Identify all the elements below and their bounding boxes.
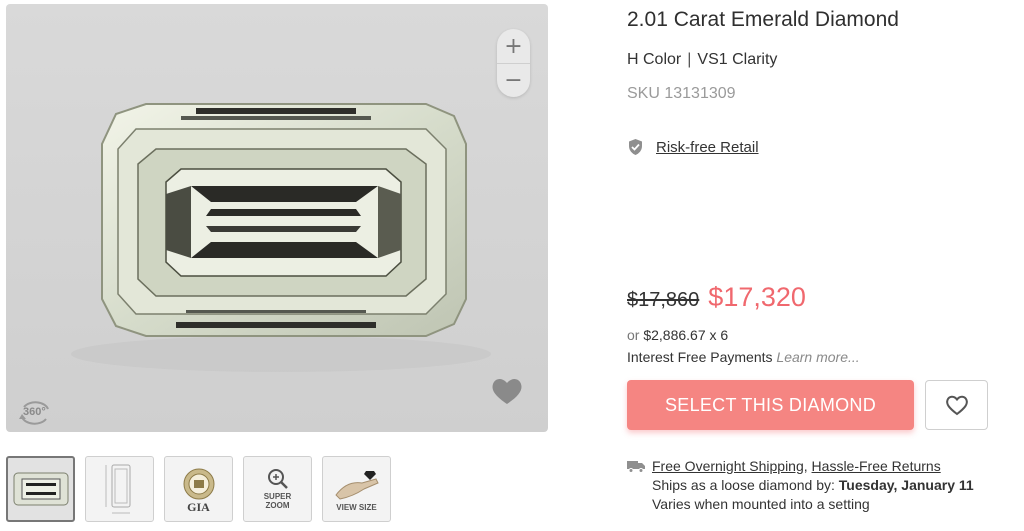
diamond-photo-icon (13, 472, 68, 506)
interest-line: Interest Free Payments Learn more... (627, 349, 860, 365)
ships-by-line: Ships as a loose diamond by: Tuesday, Ja… (652, 476, 974, 495)
rotate-360-icon[interactable]: 360° (18, 397, 52, 427)
risk-free-retail: Risk-free Retail (627, 138, 759, 156)
installment-prefix: or (627, 327, 640, 343)
super-zoom-label: SUPER ZOOM (263, 492, 292, 510)
interest-text: Interest Free Payments (627, 349, 773, 365)
shield-check-icon (629, 139, 642, 155)
view-size-label: VIEW SIZE (336, 502, 377, 512)
magnifier-plus-icon (267, 469, 288, 489)
shipping-lines: Free Overnight Shipping, Hassle-Free Ret… (652, 457, 974, 514)
returns-link[interactable]: Hassle-Free Returns (812, 458, 941, 474)
mounted-note: Varies when mounted into a setting (652, 496, 870, 512)
heart-outline-icon (945, 395, 968, 416)
risk-free-retail-link[interactable]: Risk-free Retail (656, 139, 759, 156)
diamond-image-viewer[interactable]: + − 360° (6, 4, 548, 432)
thumbnail-dimensions[interactable] (85, 456, 154, 522)
heart-icon[interactable] (489, 374, 525, 408)
product-sku: SKU 13131309 (627, 85, 736, 102)
thumbnail-view-size[interactable]: VIEW SIZE (322, 456, 391, 522)
thumbnail-diamond-photo[interactable] (6, 456, 75, 522)
thumbnail-strip: GIA SUPER ZOOM VIEW SIZE (6, 456, 391, 522)
shipping-comma: , (803, 458, 808, 474)
diamond-image (71, 103, 491, 372)
product-specs: H Color | VS1 Clarity (627, 51, 777, 69)
product-title: 2.01 Carat Emerald Diamond (627, 8, 899, 31)
badge-360-label: 360° (23, 406, 46, 418)
spec-separator: | (687, 51, 692, 68)
sale-price: $17,320 (708, 282, 806, 312)
free-shipping-link[interactable]: Free Overnight Shipping (652, 458, 804, 474)
gia-label: GIA (187, 499, 210, 514)
gia-seal-icon (183, 468, 214, 499)
ships-prefix: Ships as a loose diamond by: (652, 477, 839, 493)
learn-more-link[interactable]: Learn more... (776, 349, 859, 365)
select-diamond-button[interactable]: SELECT THIS DIAMOND (627, 380, 914, 430)
installment-line: or $2,886.67 x 6 (627, 327, 728, 343)
wishlist-button[interactable] (925, 380, 988, 430)
zoom-in-button[interactable]: + (497, 29, 530, 63)
ships-date: Tuesday, January 11 (838, 477, 974, 493)
diamond-dimensions-icon (105, 464, 130, 514)
thumbnail-super-zoom[interactable]: SUPER ZOOM (243, 456, 312, 522)
color-grade: H Color (627, 51, 682, 68)
original-price: $17,860 (627, 289, 700, 311)
zoom-control: + − (497, 29, 530, 97)
truck-icon (627, 461, 645, 473)
clarity-grade: VS1 Clarity (697, 51, 778, 68)
shipping-links: Free Overnight Shipping, Hassle-Free Ret… (652, 457, 974, 476)
thumbnail-gia[interactable]: GIA (164, 456, 233, 522)
price-row: $17,860 $17,320 (627, 282, 806, 313)
installment-amount: $2,886.67 x 6 (643, 327, 729, 343)
zoom-out-button[interactable]: − (497, 63, 530, 97)
hand-diamond-icon (334, 470, 379, 500)
